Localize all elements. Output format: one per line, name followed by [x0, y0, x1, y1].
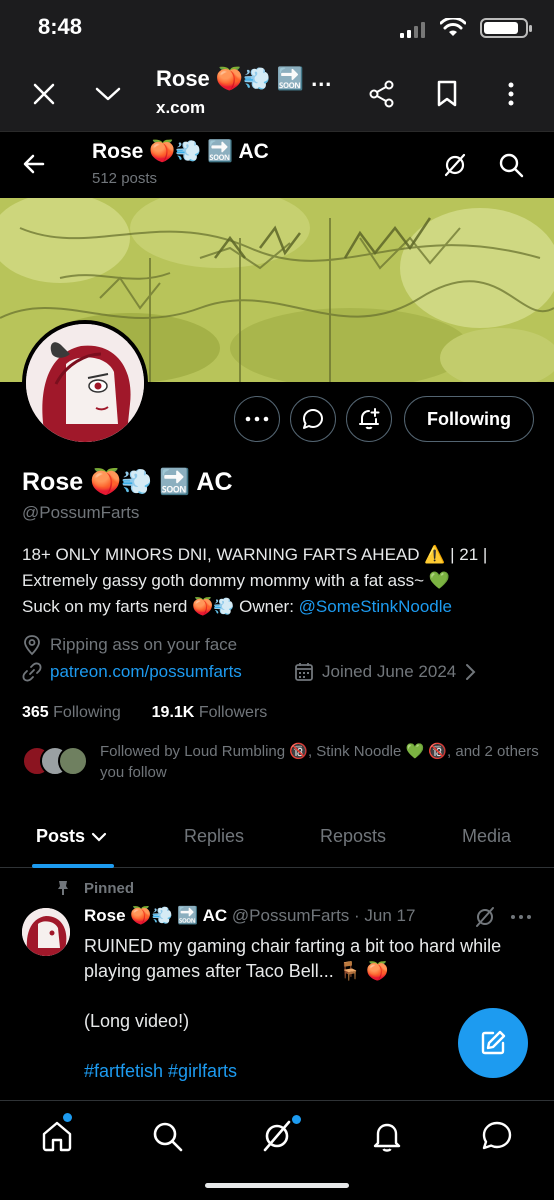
website-link[interactable]: patreon.com/possumfarts — [50, 662, 242, 682]
following-stat[interactable]: 365 Following — [22, 704, 121, 721]
search-icon[interactable] — [498, 152, 524, 178]
more-options-button[interactable] — [234, 396, 280, 442]
compose-post-button[interactable] — [458, 1008, 528, 1078]
compose-icon — [481, 1030, 506, 1055]
wifi-icon — [440, 18, 466, 36]
bookmark-icon[interactable] — [436, 80, 458, 108]
home-notification-dot — [63, 1113, 72, 1122]
profile-handle: @PossumFarts — [22, 503, 140, 522]
search-icon[interactable] — [150, 1119, 184, 1153]
cellular-signal-icon — [400, 22, 425, 38]
bell-plus-icon — [359, 408, 380, 430]
tab-label: Posts — [36, 826, 86, 846]
follow-counts: 365 Following 19.1K Followers — [22, 704, 267, 722]
share-icon[interactable] — [368, 80, 396, 108]
bio-line: 18+ ONLY MINORS DNI, WARNING FARTS AHEAD… — [22, 545, 488, 564]
calendar-icon — [295, 663, 313, 681]
owner-mention-link[interactable]: @SomeStinkNoodle — [299, 597, 452, 616]
website-row: patreon.com/possumfarts — [22, 662, 242, 682]
browser-url[interactable]: x.com — [156, 98, 205, 118]
followers-label: Followers — [198, 704, 268, 721]
chevron-down-icon — [91, 832, 107, 842]
bio-line: Extremely gassy goth dommy mommy with a … — [22, 571, 450, 590]
profile-tabs: Posts Replies Reposts Media — [0, 812, 554, 868]
grok-icon[interactable] — [474, 906, 496, 928]
following-count: 365 — [22, 704, 49, 721]
avatar-artwork — [26, 324, 144, 442]
status-time: 8:48 — [38, 14, 83, 39]
grok-icon[interactable] — [442, 152, 468, 178]
battery-icon — [480, 18, 532, 38]
followers-stat[interactable]: 19.1K Followers — [152, 704, 268, 721]
chevron-right-icon — [466, 664, 476, 680]
avatar — [58, 746, 88, 776]
more-horizontal-icon — [245, 416, 269, 422]
message-bubble-icon — [303, 409, 323, 429]
header-name: Rose 🍑💨 🔜 AC — [92, 140, 269, 163]
post-line: playing games after Taco Bell... 🪑 🍑 — [84, 961, 389, 981]
notifications-subscribe-button[interactable] — [346, 396, 392, 442]
followed-by-avatars[interactable] — [22, 746, 88, 778]
home-indicator — [205, 1183, 349, 1188]
back-arrow-icon[interactable] — [22, 152, 46, 176]
post-author-name[interactable]: Rose 🍑💨 🔜 AC — [84, 906, 227, 925]
chevron-down-icon[interactable] — [94, 84, 122, 104]
tab-media[interactable]: Media — [462, 826, 511, 847]
location-row: Ripping ass on your face — [22, 634, 237, 656]
tab-posts[interactable]: Posts — [36, 826, 107, 847]
bottom-navigation — [0, 1100, 554, 1200]
followed-by-text[interactable]: Followed by Loud Rumbling 🔞, Stink Noodl… — [100, 741, 540, 783]
more-vertical-icon[interactable] — [500, 80, 522, 108]
post-author-avatar[interactable] — [22, 908, 70, 956]
grok-icon[interactable] — [260, 1119, 294, 1153]
joined-text: Joined June 2024 — [322, 662, 457, 681]
header-post-count: 512 posts — [92, 170, 158, 187]
bio-text: Suck on my farts nerd 🍑💨 Owner: — [22, 597, 299, 616]
location-text: Ripping ass on your face — [50, 635, 238, 654]
more-horizontal-icon[interactable] — [510, 914, 532, 920]
profile-avatar[interactable] — [22, 320, 148, 446]
following-button[interactable]: Following — [404, 396, 534, 442]
display-name: Rose 🍑💨 🔜 AC — [22, 468, 233, 496]
post-date[interactable]: · Jun 17 — [354, 906, 415, 925]
pinned-label: Pinned — [84, 880, 135, 897]
joined-row[interactable]: Joined June 2024 — [294, 662, 476, 682]
message-button[interactable] — [290, 396, 336, 442]
notifications-bell-icon[interactable] — [370, 1119, 404, 1153]
close-icon[interactable] — [32, 82, 56, 106]
avatar-artwork — [22, 908, 70, 956]
messages-icon[interactable] — [480, 1119, 514, 1153]
browser-toolbar: Rose 🍑💨 🔜 … x.com — [0, 56, 554, 132]
tab-reposts[interactable]: Reposts — [320, 826, 386, 847]
post-header: Rose 🍑💨 🔜 AC @PossumFarts · Jun 17 — [84, 906, 415, 926]
grok-notification-dot — [292, 1115, 301, 1124]
post-line: RUINED my gaming chair farting a bit too… — [84, 936, 502, 956]
post-author-handle[interactable]: @PossumFarts — [232, 906, 349, 925]
bio-line: Suck on my farts nerd 🍑💨 Owner: @SomeSti… — [22, 594, 542, 620]
status-bar: 8:48 — [0, 0, 554, 56]
active-tab-indicator — [32, 864, 114, 868]
location-pin-icon — [24, 635, 40, 656]
link-icon — [22, 662, 42, 682]
home-icon[interactable] — [40, 1119, 74, 1153]
followers-count: 19.1K — [151, 704, 195, 721]
profile-bio: 18+ ONLY MINORS DNI, WARNING FARTS AHEAD… — [22, 542, 542, 620]
pin-icon — [58, 881, 68, 895]
tab-replies[interactable]: Replies — [184, 826, 244, 847]
following-label: Following — [53, 704, 121, 721]
browser-page-title: Rose 🍑💨 🔜 … — [156, 66, 333, 91]
